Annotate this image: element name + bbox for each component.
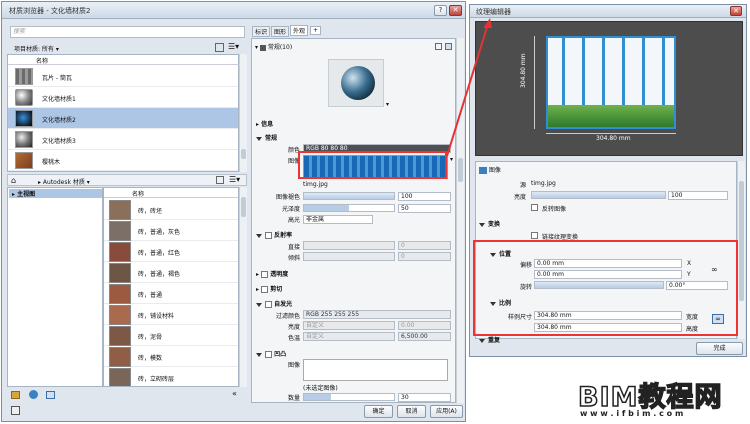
annotation-arrow — [446, 18, 492, 157]
arrow-line — [446, 23, 489, 157]
watermark-url: w w w . i f b i m . c o m — [580, 409, 684, 418]
arrow-head — [483, 18, 492, 28]
